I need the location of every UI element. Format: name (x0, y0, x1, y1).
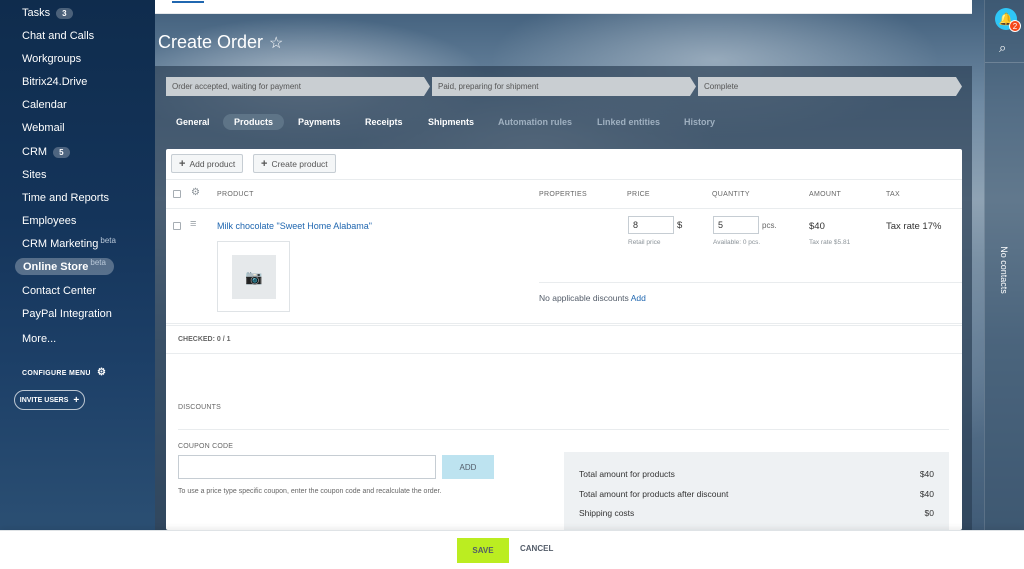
total-row: Total amount for products after discount… (579, 489, 934, 499)
sidebar-item-paypal[interactable]: PayPal Integration (22, 306, 112, 322)
header-amount: AMOUNT (809, 191, 842, 198)
tab-payments[interactable]: Payments (298, 117, 341, 127)
divider (166, 208, 962, 209)
search-icon[interactable]: ⌕ (999, 40, 1006, 56)
divider (539, 282, 962, 283)
discounts-heading: DISCOUNTS (178, 404, 222, 411)
tab-products[interactable]: Products (223, 114, 285, 130)
coupon-label: COUPON CODE (178, 443, 234, 450)
gear-icon: ⚙ (97, 367, 107, 378)
divider (166, 325, 962, 326)
header-quantity: QUANTITY (712, 191, 750, 198)
sidebar-item-online-store[interactable]: Online Store beta (15, 258, 114, 275)
header-properties: PROPERTIES (539, 191, 587, 198)
create-product-button[interactable]: + Create product (253, 154, 336, 173)
divider (166, 179, 962, 180)
add-discount-link[interactable]: Add (631, 293, 646, 303)
currency-symbol: $ (677, 220, 683, 231)
sidebar-item-tasks[interactable]: Tasks 3 (22, 5, 73, 21)
sidebar-item-calendar[interactable]: Calendar (22, 97, 67, 113)
totals-box: Total amount for products $40 Total amou… (564, 452, 949, 530)
tab-linked-entities[interactable]: Linked entities (597, 117, 660, 127)
quantity-unit: pcs. (762, 221, 777, 230)
divider (985, 62, 1024, 63)
top-tabs-strip (155, 0, 972, 14)
save-button[interactable]: SAVE (457, 538, 509, 563)
crm-badge: 5 (53, 146, 70, 158)
page-title: Create Order ☆ (158, 32, 284, 52)
divider (166, 323, 962, 324)
divider (166, 353, 962, 354)
sidebar-item-crm[interactable]: CRM 5 (22, 144, 70, 160)
tab-history[interactable]: History (684, 117, 715, 127)
sidebar-item-crm-marketing[interactable]: CRM Marketing beta (22, 236, 116, 252)
row-checkbox[interactable] (173, 222, 181, 230)
header-price: PRICE (627, 191, 650, 198)
sidebar-item-sites[interactable]: Sites (22, 167, 46, 183)
products-card: + Add product + Create product ⚙ PRODUCT… (166, 149, 962, 530)
star-icon[interactable]: ☆ (269, 35, 283, 52)
tab-general[interactable]: General (176, 117, 210, 127)
configure-menu-button[interactable]: CONFIGURE MENU ⚙ (22, 367, 106, 378)
divider (178, 429, 949, 430)
checked-count: CHECKED: 0 / 1 (178, 336, 231, 343)
stage-accepted[interactable]: Order accepted, waiting for payment (166, 77, 430, 96)
discounts-row: No applicable discounts Add (539, 293, 646, 303)
tab-automation-rules[interactable]: Automation rules (498, 117, 572, 127)
row-amount: $40 (809, 221, 825, 232)
stage-paid[interactable]: Paid, preparing for shipment (432, 77, 696, 96)
coupon-code-input[interactable] (178, 455, 436, 479)
tab-receipts[interactable]: Receipts (365, 117, 403, 127)
add-coupon-button[interactable]: ADD (442, 455, 494, 479)
sidebar-item-workgroups[interactable]: Workgroups (22, 51, 81, 67)
left-sidebar: Tasks 3 Chat and Calls Workgroups Bitrix… (0, 0, 155, 530)
no-contacts-label: No contacts (999, 246, 1009, 294)
bottom-action-bar: SAVE CANCEL (0, 530, 1024, 569)
drag-handle-icon[interactable]: ≡ (190, 218, 196, 230)
product-photo[interactable]: 📷 (217, 241, 290, 312)
select-all-checkbox[interactable] (173, 190, 181, 198)
invite-users-button[interactable]: INVITE USERS + (14, 390, 85, 410)
row-tax-rate: Tax rate 17% (886, 221, 942, 232)
sidebar-item-drive[interactable]: Bitrix24.Drive (22, 74, 87, 90)
total-row: Total amount for products $40 (579, 469, 934, 479)
quantity-input[interactable]: 5 (713, 216, 759, 234)
column-settings-icon[interactable]: ⚙ (191, 187, 200, 198)
product-link[interactable]: Milk chocolate "Sweet Home Alabama" (217, 221, 372, 231)
plus-icon: + (179, 157, 186, 170)
coupon-hint: To use a price type specific coupon, ent… (178, 488, 442, 495)
row-tax-amount: Tax rate $5.81 (809, 239, 851, 246)
cancel-button[interactable]: CANCEL (520, 544, 553, 553)
sidebar-item-chat[interactable]: Chat and Calls (22, 28, 94, 44)
price-type: Retail price (628, 239, 661, 246)
stage-complete[interactable]: Complete (698, 77, 962, 96)
header-product: PRODUCT (217, 191, 254, 198)
total-row: Shipping costs $0 (579, 508, 934, 518)
plus-icon: + (73, 394, 80, 406)
sidebar-item-contact-center[interactable]: Contact Center (22, 283, 96, 299)
header-tax: TAX (886, 191, 900, 198)
sidebar-item-employees[interactable]: Employees (22, 213, 76, 229)
plus-icon: + (261, 157, 268, 170)
available-quantity: Available: 0 pcs. (713, 239, 761, 246)
notification-count: 2 (1009, 20, 1021, 32)
price-input[interactable]: 8 (628, 216, 674, 234)
top-tab-orders[interactable] (172, 0, 204, 3)
add-product-button[interactable]: + Add product (171, 154, 244, 173)
tab-shipments[interactable]: Shipments (428, 117, 474, 127)
tasks-badge: 3 (56, 7, 73, 19)
camera-icon: 📷 (232, 255, 276, 299)
sidebar-item-more[interactable]: More... (22, 331, 56, 347)
sidebar-item-time-reports[interactable]: Time and Reports (22, 190, 109, 206)
sidebar-item-webmail[interactable]: Webmail (22, 120, 65, 136)
